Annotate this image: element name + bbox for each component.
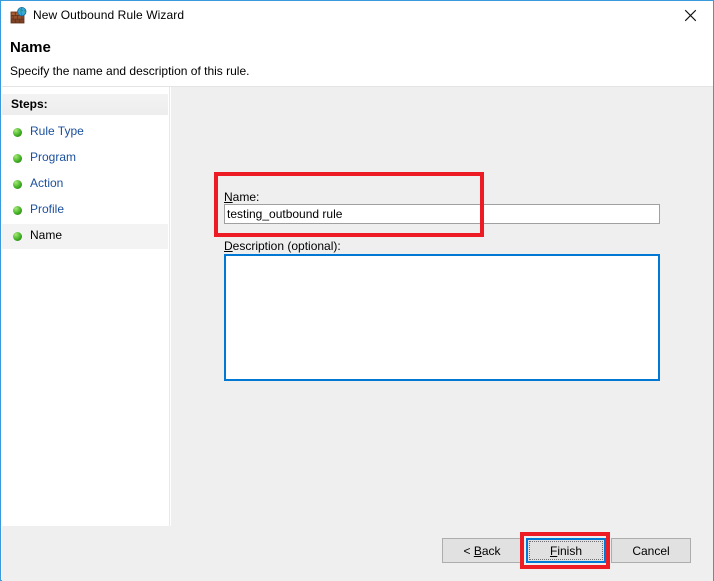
step-bullet-icon: [13, 128, 22, 137]
back-button-label: < Back: [463, 544, 500, 558]
sidebar-item-label: Program: [30, 150, 77, 164]
sidebar-item-label: Action: [30, 176, 64, 190]
page-title: Name: [10, 39, 51, 56]
sidebar-item-profile[interactable]: Profile: [2, 198, 168, 223]
page-subtitle: Specify the name and description of this…: [10, 64, 250, 78]
sidebar-item-program[interactable]: Program: [2, 146, 168, 171]
sidebar-item-action[interactable]: Action: [2, 172, 168, 197]
finish-rest: inish: [557, 543, 583, 558]
sidebar-item-label: Name: [30, 228, 63, 242]
close-glyph: [684, 9, 697, 22]
sidebar-item-rule-type[interactable]: Rule Type: [2, 120, 168, 145]
cancel-button[interactable]: Cancel: [611, 538, 691, 563]
step-bullet-icon: [13, 154, 22, 163]
name-input[interactable]: [224, 204, 660, 224]
button-bar: < Back Finish Cancel: [2, 526, 713, 581]
step-bullet-icon: [13, 232, 22, 241]
title-bar: New Outbound Rule Wizard: [1, 1, 713, 30]
finish-button-label: Finish: [550, 544, 582, 558]
step-bullet-icon: [13, 180, 22, 189]
body-area: Steps: Rule Type Program Action Profile …: [2, 87, 713, 580]
name-field-label: Name:: [224, 190, 259, 204]
name-label-rest: ame:: [232, 190, 260, 204]
name-accel-char: N: [224, 190, 233, 204]
cancel-button-label: Cancel: [632, 543, 670, 558]
steps-sidebar: Steps: Rule Type Program Action Profile …: [2, 94, 168, 580]
firewall-globe-icon: [10, 7, 27, 24]
description-accel-char: D: [224, 239, 233, 253]
close-icon[interactable]: [668, 1, 713, 30]
finish-button[interactable]: Finish: [526, 538, 606, 563]
sidebar-item-name[interactable]: Name: [2, 224, 168, 249]
steps-header-label: Steps:: [11, 97, 48, 111]
back-accel-char: B: [473, 543, 482, 558]
back-rest: ack: [481, 543, 501, 558]
steps-header: Steps:: [2, 94, 168, 115]
back-prefix: <: [463, 543, 474, 558]
sidebar-item-label: Profile: [30, 202, 65, 216]
wizard-window: New Outbound Rule Wizard Name Specify th…: [0, 0, 714, 581]
back-button[interactable]: < Back: [442, 538, 522, 563]
description-field-label: Description (optional):: [224, 239, 341, 253]
sidebar-item-label: Rule Type: [30, 124, 84, 138]
description-input[interactable]: [224, 254, 660, 381]
step-bullet-icon: [13, 206, 22, 215]
page-header: Name Specify the name and description of…: [2, 30, 713, 86]
sidebar-divider: [169, 87, 170, 580]
content-pane: Name: Description (optional):: [171, 87, 713, 580]
description-label-rest: escription (optional):: [232, 239, 341, 253]
window-title: New Outbound Rule Wizard: [33, 8, 185, 22]
